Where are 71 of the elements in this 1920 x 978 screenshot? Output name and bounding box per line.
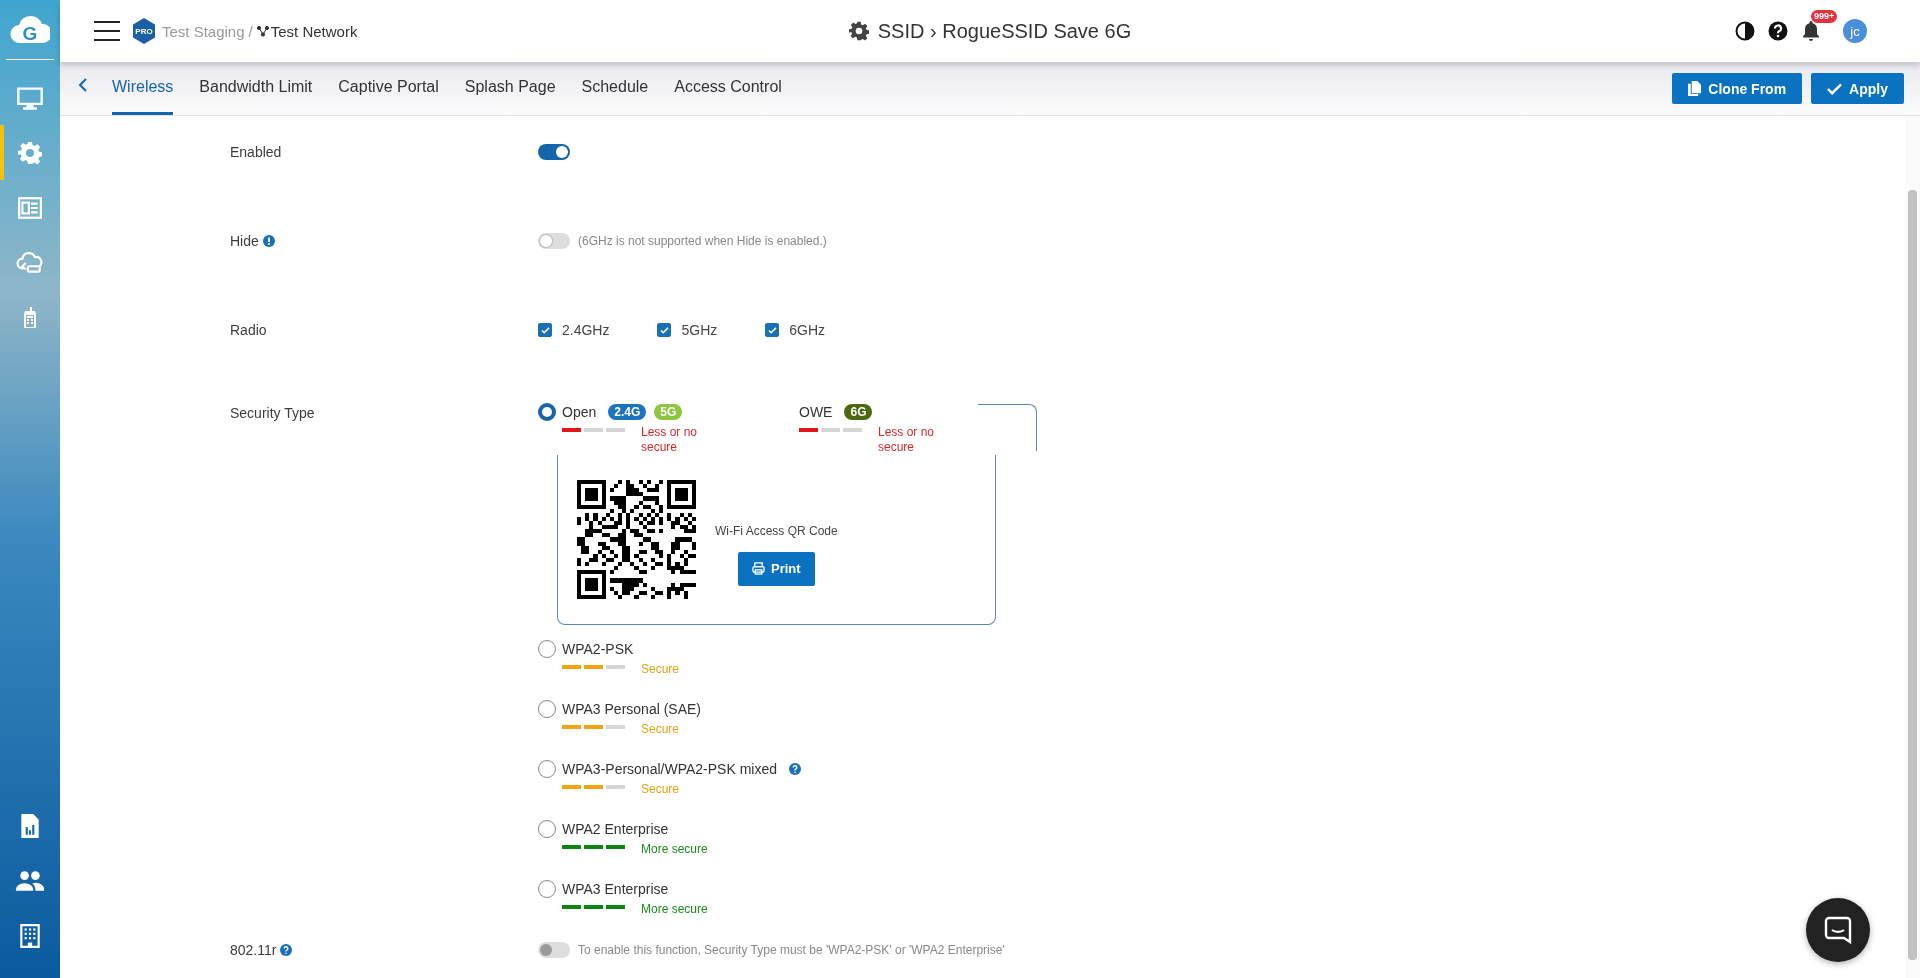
option-label: OWE: [799, 404, 833, 420]
checkbox[interactable]: 5GHz: [657, 322, 718, 338]
field-label: 802.11r: [230, 942, 277, 958]
hexagon-badge: [132, 18, 156, 44]
radio-button[interactable]: [538, 760, 556, 778]
qr-caption: Wi-Fi Access QR Code: [715, 523, 838, 538]
security-rating: More secure: [641, 902, 708, 917]
print-button[interactable]: Print: [738, 551, 815, 586]
hint-text: (6GHz is not supported when Hide is enabled.): [578, 234, 827, 248]
tab[interactable]: Captive Portal: [338, 62, 439, 115]
tab[interactable]: Wireless: [112, 62, 174, 115]
radio-button[interactable]: [538, 700, 556, 718]
radio-button[interactable]: [538, 820, 556, 838]
plan-label: PRO: [135, 26, 153, 36]
printer-icon: [752, 562, 766, 575]
apply-button[interactable]: Apply: [1811, 73, 1904, 104]
checkmark-icon: [659, 326, 669, 334]
menu-button[interactable]: [94, 21, 120, 41]
security-rating: Secure: [641, 722, 680, 737]
tab[interactable]: Schedule: [581, 62, 649, 115]
panel-border: [978, 404, 1037, 451]
cloud-icon: [16, 249, 44, 276]
copy-icon: [1688, 81, 1702, 96]
page-title: SSID › RogueSSID Save 6G: [877, 19, 1132, 43]
security-rating: Less or no secure: [641, 425, 699, 455]
field-label: Enabled: [230, 144, 282, 160]
checkmark-icon: [540, 326, 550, 334]
notification-count: 999+: [1811, 10, 1838, 23]
radio-button[interactable]: [538, 640, 556, 658]
field-label: Radio: [230, 322, 267, 338]
breadcrumb-link[interactable]: Test Network: [270, 22, 358, 40]
band-tag: 6G: [844, 404, 873, 420]
field-label: Hide: [230, 233, 259, 249]
option-label[interactable]: WPA2-PSK: [562, 641, 634, 657]
scrollbar-thumb[interactable]: [1908, 190, 1917, 960]
gear-icon: [848, 21, 869, 41]
radio-button[interactable]: [538, 880, 556, 898]
field-label: Security Type: [230, 405, 315, 421]
checkmark-icon: [767, 326, 777, 334]
security-rating: Less or no secure: [878, 425, 936, 455]
gear-icon: [18, 140, 42, 165]
chat-button[interactable]: [1806, 898, 1870, 962]
hint-text: To enable this function, Security Type must be 'WPA2-PSK' or 'WPA2 Enterprise': [578, 943, 1005, 957]
radio-button[interactable]: [538, 403, 556, 421]
chat-bubble-icon: [1824, 916, 1852, 944]
option-label[interactable]: WPA3 Personal (SAE): [562, 701, 701, 717]
clone-button[interactable]: Clone From: [1672, 73, 1803, 104]
toggle-switch[interactable]: [538, 144, 570, 160]
checkbox[interactable]: 6GHz: [765, 322, 826, 338]
contrast-icon[interactable]: [1735, 21, 1755, 41]
checkbox[interactable]: 2.4GHz: [538, 322, 610, 338]
network-icon: [256, 25, 269, 37]
band-tag: 5G: [654, 404, 683, 420]
newspaper-icon: [17, 194, 43, 221]
tab[interactable]: Bandwidth Limit: [199, 62, 313, 115]
option-label[interactable]: WPA3-Personal/WPA2-PSK mixed: [562, 761, 777, 777]
security-rating: Secure: [641, 782, 680, 797]
tab[interactable]: Splash Page: [464, 62, 556, 115]
chevron-left-icon: [78, 77, 88, 92]
tab[interactable]: Access Control: [674, 62, 782, 115]
help-icon[interactable]: [1768, 21, 1788, 41]
toggle-switch[interactable]: [538, 233, 570, 249]
security-rating: More secure: [641, 842, 708, 857]
option-label[interactable]: WPA2 Enterprise: [562, 821, 669, 837]
option-label[interactable]: WPA3 Enterprise: [562, 881, 669, 897]
bell-icon[interactable]: [1801, 20, 1821, 42]
option-label[interactable]: Open: [562, 404, 597, 420]
security-rating: Secure: [641, 662, 680, 677]
band-tag: 2.4G: [608, 404, 647, 420]
info-icon[interactable]: [262, 235, 275, 247]
check-icon: [1827, 82, 1843, 95]
